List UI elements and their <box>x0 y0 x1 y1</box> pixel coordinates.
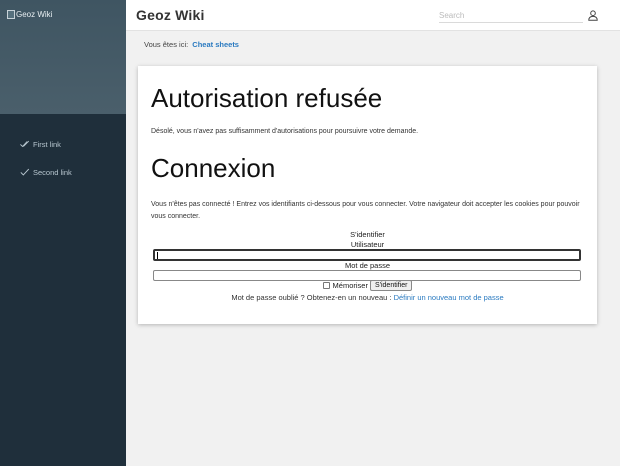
check-icon <box>20 168 30 176</box>
breadcrumb-link[interactable]: Cheat sheets <box>192 40 239 49</box>
sidebar-nav: First link Second link <box>0 114 126 186</box>
forgot-password-text: Mot de passe oublié ? Obtenez-en un nouv… <box>231 293 392 302</box>
sidebar: Geoz Wiki First link Second link <box>0 0 126 466</box>
breadcrumb: Vous êtes ici: Cheat sheets <box>144 40 239 49</box>
top-header: Geoz Wiki <box>126 0 620 31</box>
forgot-password-row: Mot de passe oublié ? Obtenez-en un nouv… <box>138 293 597 302</box>
logo-alt-text: Geoz Wiki <box>16 10 53 19</box>
remember-label[interactable]: Mémoriser <box>333 281 368 290</box>
sidebar-item-first-link[interactable]: First link <box>0 130 126 158</box>
content-card: Autorisation refusée Désolé, vous n'avez… <box>138 66 597 324</box>
login-instructions: Vous n'êtes pas connecté ! Entrez vos id… <box>151 201 580 220</box>
password-label: Mot de passe <box>344 261 391 270</box>
site-logo[interactable]: Geoz Wiki <box>7 10 52 19</box>
double-check-icon <box>20 140 30 148</box>
remember-row: Mémoriser S'identifier <box>138 280 597 291</box>
sidebar-item-second-link[interactable]: Second link <box>0 158 126 186</box>
login-submit-button[interactable]: S'identifier <box>369 280 413 291</box>
page-title: Autorisation refusée <box>151 83 383 113</box>
text-caret <box>157 252 158 259</box>
search-input[interactable] <box>439 9 583 23</box>
sidebar-item-label: First link <box>33 139 61 149</box>
login-heading: Connexion <box>151 153 276 183</box>
sidebar-logo-area: Geoz Wiki <box>0 0 126 114</box>
sidebar-item-label: Second link <box>33 167 72 177</box>
reset-password-link[interactable]: Définir un nouveau mot de passe <box>394 293 504 302</box>
login-form-legend: S'identifier <box>350 230 385 239</box>
site-title[interactable]: Geoz Wiki <box>136 7 205 23</box>
breadcrumb-prefix: Vous êtes ici: <box>144 40 189 49</box>
username-input[interactable] <box>153 249 581 261</box>
broken-image-icon <box>7 10 15 19</box>
remember-checkbox[interactable] <box>322 282 330 289</box>
user-icon[interactable] <box>588 10 598 21</box>
denied-message: Désolé, vous n'avez pas suffisamment d'a… <box>151 128 419 135</box>
username-label: Utilisateur <box>350 240 385 249</box>
